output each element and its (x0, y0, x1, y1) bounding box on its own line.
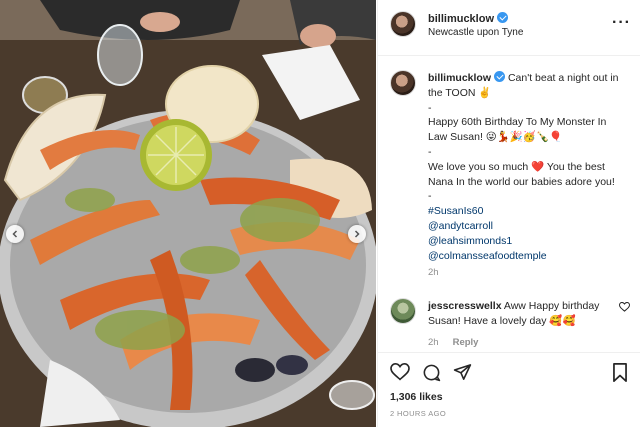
mention-link[interactable]: @colmansseafoodtemple (428, 249, 636, 264)
action-bar: 1,306 likes 2 HOURS AGO (378, 352, 640, 427)
author-avatar[interactable] (390, 11, 416, 37)
next-photo-button[interactable] (348, 225, 366, 243)
caption-author-avatar[interactable] (390, 70, 416, 96)
comment-like-heart-icon[interactable] (619, 302, 630, 312)
caption-line: - (428, 101, 432, 114)
caption-line: Can't beat a night out in (507, 72, 619, 84)
commenter-username[interactable]: jesscresswellx (428, 300, 502, 312)
verified-badge-icon (497, 12, 509, 23)
caption-text: billimucklow Can't beat a night out in t… (428, 71, 636, 263)
post-side-panel: billimucklow Newcastle upon Tyne ··· bil… (377, 0, 640, 427)
comment-icon[interactable] (422, 363, 441, 382)
author-username[interactable]: billimucklow (428, 13, 494, 25)
caption-line: Law Susan! 😜💃🎉🥳🍾🎈 (428, 131, 563, 144)
author-username-row: billimucklow (428, 12, 509, 25)
comment-timestamp: 2h (428, 337, 439, 348)
reply-button[interactable]: Reply (453, 337, 479, 348)
post-header: billimucklow Newcastle upon Tyne ··· (378, 0, 640, 56)
caption-username[interactable]: billimucklow (428, 72, 491, 84)
bookmark-icon[interactable] (612, 363, 628, 382)
chevron-right-icon (354, 230, 360, 238)
caption-line: the TOON ✌️ (428, 86, 492, 99)
share-icon[interactable] (453, 363, 472, 381)
comment-body-line2: Susan! Have a lovely day 🥰🥰 (428, 314, 576, 327)
caption-line: We love you so much ❤️ You the best (428, 160, 605, 173)
comment-text: jesscresswellx Aww Happy birthday Susan!… (428, 299, 618, 329)
seafood-platter-image (0, 0, 376, 427)
mention-link[interactable]: @andytcarroll (428, 219, 636, 234)
caption-line: - (428, 190, 432, 203)
more-options-icon[interactable]: ··· (612, 14, 631, 32)
verified-badge-icon (494, 71, 506, 82)
comment-body-line1: Aww Happy birthday (503, 300, 600, 312)
caption-line: - (428, 145, 432, 158)
likes-count[interactable]: 1,306 likes (390, 391, 443, 403)
mention-link[interactable]: @leahsimmonds1 (428, 234, 636, 249)
comment-meta: 2h Reply (428, 337, 478, 348)
chevron-left-icon (12, 230, 18, 238)
caption-timestamp[interactable]: 2h (428, 267, 439, 278)
post-timestamp: 2 HOURS AGO (390, 409, 447, 418)
heart-icon[interactable] (390, 363, 410, 381)
caption-first-line: billimucklow Can't beat a night out in (428, 71, 636, 86)
caption-line: Happy 60th Birthday To My Monster In (428, 116, 607, 129)
post-location[interactable]: Newcastle upon Tyne (428, 27, 523, 38)
prev-photo-button[interactable] (6, 225, 24, 243)
post-photo[interactable] (0, 0, 376, 427)
commenter-avatar[interactable] (390, 298, 416, 324)
caption-line: Nana In the world our babies adore you! (428, 175, 615, 188)
hashtag-link[interactable]: #SusanIs60 (428, 204, 636, 219)
